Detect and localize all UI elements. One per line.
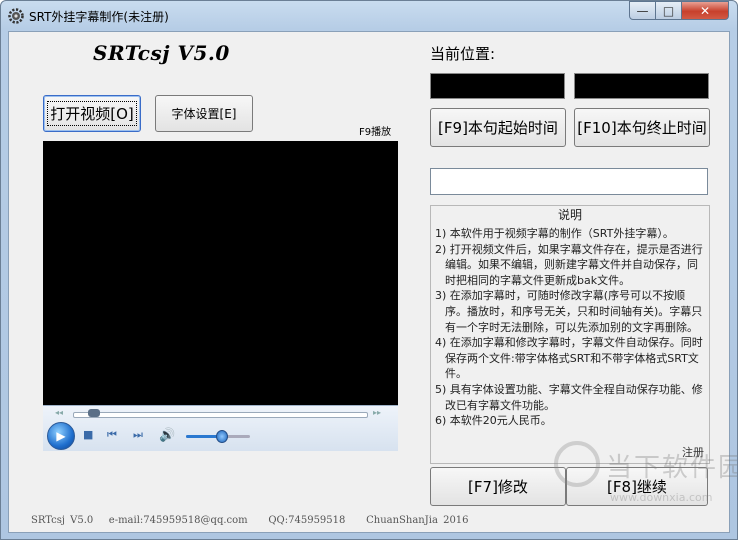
previous-icon[interactable]: ⏮ bbox=[107, 428, 117, 442]
footer-version: SRTcsj V5.0 bbox=[31, 515, 94, 526]
seek-handle[interactable] bbox=[87, 409, 100, 417]
seek-bar[interactable] bbox=[73, 412, 368, 418]
video-player[interactable] bbox=[43, 141, 398, 450]
volume-icon[interactable]: 🔊 bbox=[159, 428, 175, 443]
instruction-item: 1) 本软件用于视频字幕的制作（SRT外挂字幕）。 bbox=[435, 227, 674, 240]
title-bar[interactable]: SRT外挂字幕制作(未注册) — □ ✕ bbox=[1, 1, 737, 31]
footer-author: ChuanShanJia 2016 bbox=[366, 515, 469, 526]
instruction-item: 5) 具有字体设置功能、字幕文件全程自动保存功能、修改已有字幕文件功能。 bbox=[435, 382, 703, 412]
app-logo: SRTcsj V5.0 bbox=[93, 41, 230, 65]
instructions-panel: 说明 1) 本软件用于视频字幕的制作（SRT外挂字幕）。 2) 打开视频文件后，… bbox=[430, 205, 710, 464]
client-area: SRTcsj V5.0 打开视频[O] 字体设置[E] F9播放 ◂◂ ▸▸ ▶… bbox=[8, 31, 730, 533]
modify-button[interactable]: [F7]修改 bbox=[430, 467, 566, 506]
volume-handle[interactable] bbox=[216, 430, 229, 443]
seek-back-icon[interactable]: ◂◂ bbox=[55, 408, 63, 417]
close-button[interactable]: ✕ bbox=[681, 1, 729, 20]
end-time-display bbox=[574, 73, 709, 99]
seek-forward-icon[interactable]: ▸▸ bbox=[373, 408, 381, 417]
instructions-list: 1) 本软件用于视频字幕的制作（SRT外挂字幕）。 2) 打开视频文件后，如果字… bbox=[435, 226, 707, 429]
footer-info: SRTcsj V5.0 e-mail:745959518@qq.com QQ:7… bbox=[31, 515, 469, 526]
footer-email: e-mail:745959518@qq.com bbox=[108, 515, 248, 526]
start-time-button[interactable]: [F9]本句起始时间 bbox=[430, 108, 566, 147]
play-hint: F9播放 bbox=[359, 127, 392, 138]
subtitle-input[interactable] bbox=[430, 168, 708, 195]
next-icon[interactable]: ⏭ bbox=[133, 428, 143, 442]
instruction-item: 6) 本软件20元人民币。 bbox=[435, 414, 552, 428]
instruction-item: 2) 打开视频文件后，如果字幕文件存在，提示是否进行编辑。如果不编辑，则新建字幕… bbox=[435, 242, 703, 287]
font-settings-button[interactable]: 字体设置[E] bbox=[155, 95, 253, 132]
open-video-button[interactable]: 打开视频[O] bbox=[43, 95, 141, 132]
instruction-item: 3) 在添加字幕时，可随时修改字幕(序号可以不按顺序。播放时，和序号无关，只和时… bbox=[435, 289, 703, 334]
register-link[interactable]: 注册 bbox=[682, 445, 704, 461]
player-controls: ◂◂ ▸▸ ▶ ■ ⏮ ⏭ 🔊 bbox=[43, 405, 398, 451]
minimize-button[interactable]: — bbox=[629, 1, 656, 20]
continue-button[interactable]: [F8]继续 bbox=[566, 467, 708, 506]
current-position-label: 当前位置: bbox=[430, 45, 496, 63]
open-video-label: 打开视频[O] bbox=[47, 101, 137, 126]
instructions-title: 说明 bbox=[557, 208, 582, 222]
window-title: SRT外挂字幕制作(未注册) bbox=[29, 10, 169, 24]
start-time-display bbox=[430, 73, 565, 99]
gear-icon bbox=[8, 8, 24, 24]
maximize-button[interactable]: □ bbox=[655, 1, 682, 20]
stop-icon[interactable]: ■ bbox=[83, 428, 93, 441]
play-icon[interactable]: ▶ bbox=[47, 422, 75, 450]
app-window: SRT外挂字幕制作(未注册) — □ ✕ SRTcsj V5.0 打开视频[O]… bbox=[0, 0, 738, 540]
end-time-button[interactable]: [F10]本句终止时间 bbox=[574, 108, 710, 147]
instruction-item: 4) 在添加字幕和修改字幕时，字幕文件自动保存。同时保存两个文件:带字体格式SR… bbox=[435, 336, 703, 381]
footer-qq: QQ:745959518 bbox=[268, 515, 346, 526]
